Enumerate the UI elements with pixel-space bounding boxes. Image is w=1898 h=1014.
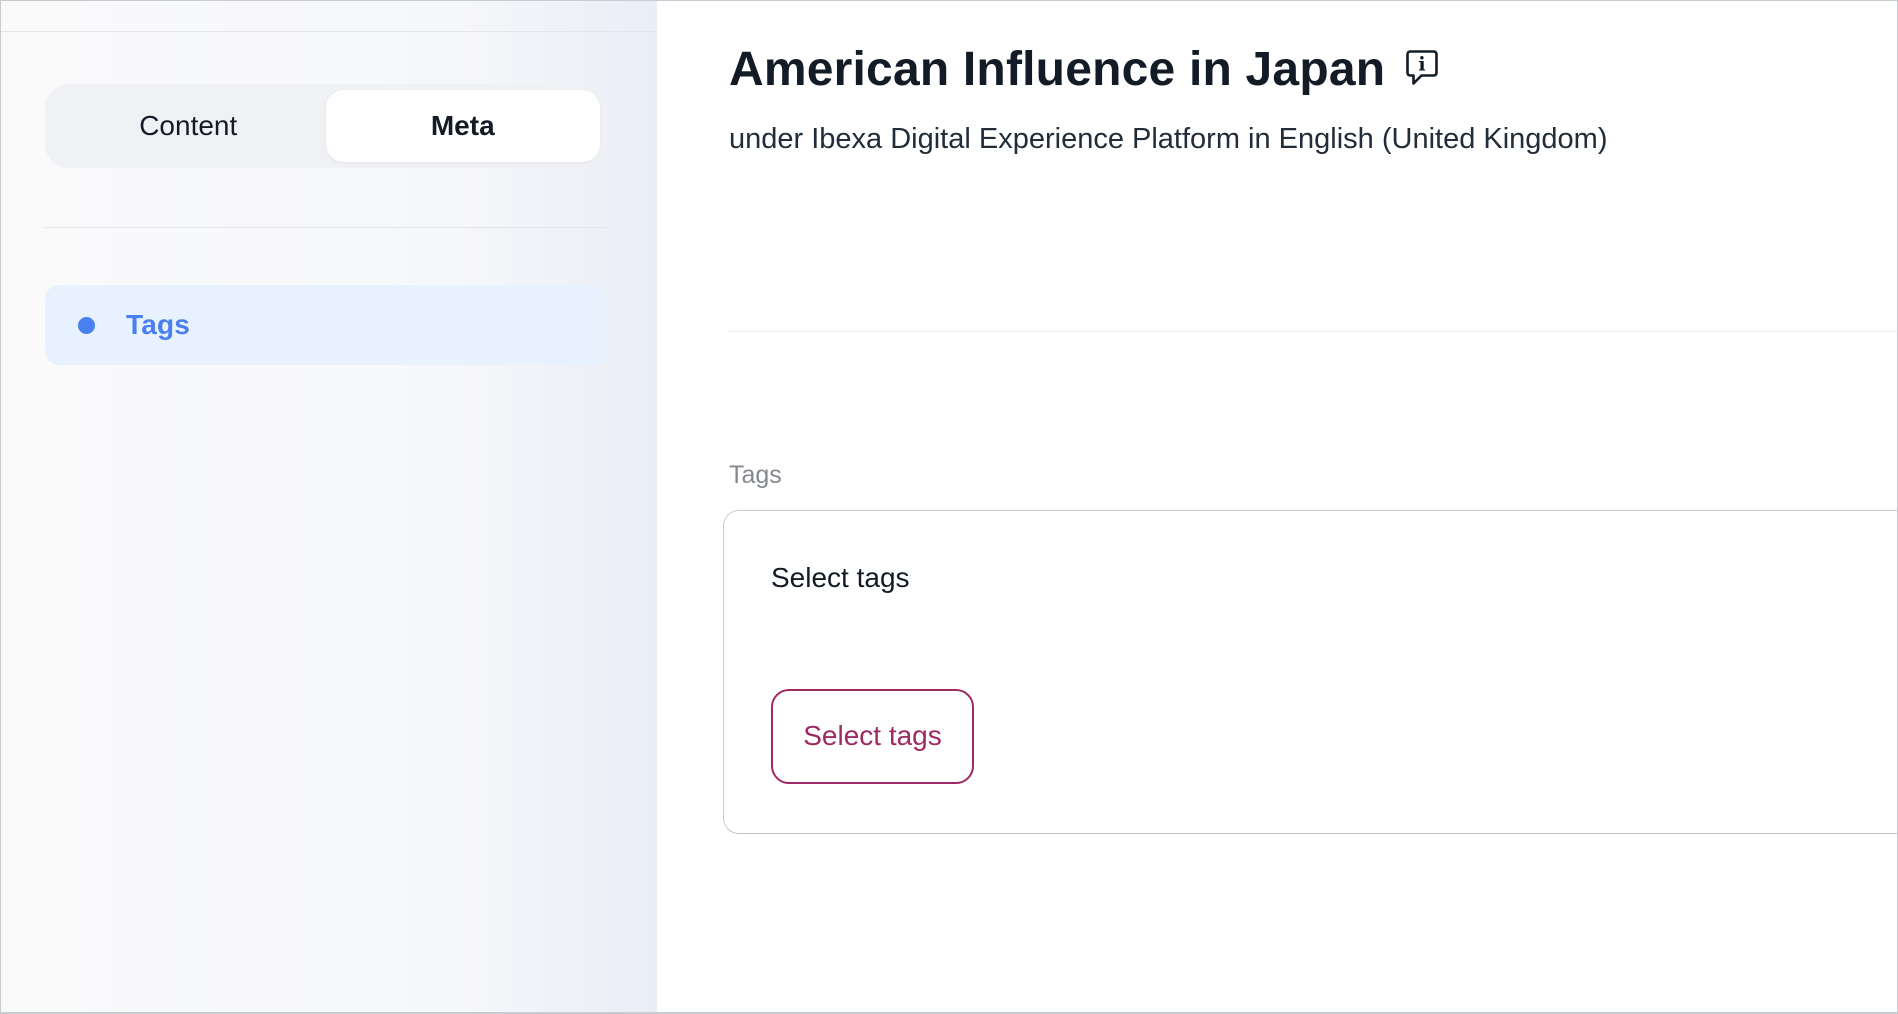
sidebar-item-label: Tags <box>126 309 190 341</box>
content-area: American Influence in Japan i under Ibex… <box>657 1 1897 1012</box>
sidebar-item-tags[interactable]: Tags <box>45 285 606 365</box>
title-row: American Influence in Japan i <box>729 41 1897 99</box>
svg-text:i: i <box>1419 54 1426 76</box>
bullet-dot-icon <box>78 317 95 334</box>
content-subtitle: under Ibexa Digital Experience Platform … <box>729 119 1897 159</box>
sidebar-divider <box>45 227 606 228</box>
select-tags-button[interactable]: Select tags <box>771 689 974 784</box>
page-title: American Influence in Japan <box>729 41 1385 99</box>
tab-content[interactable]: Content <box>51 90 326 162</box>
tags-field-box: Select tags Select tags <box>723 510 1897 834</box>
tags-field-value: Select tags <box>771 561 1897 595</box>
tags-field-label: Tags <box>729 460 1897 490</box>
info-bubble-icon[interactable]: i <box>1405 49 1439 87</box>
tab-meta[interactable]: Meta <box>326 90 601 162</box>
content-divider <box>729 331 1897 332</box>
edit-sidebar: Content Meta Tags <box>1 1 657 1012</box>
content-edit-window: Content Meta Tags American Influence in … <box>0 0 1898 1014</box>
content-meta-switcher: Content Meta <box>45 84 606 168</box>
sidebar-top-strip <box>1 1 657 32</box>
